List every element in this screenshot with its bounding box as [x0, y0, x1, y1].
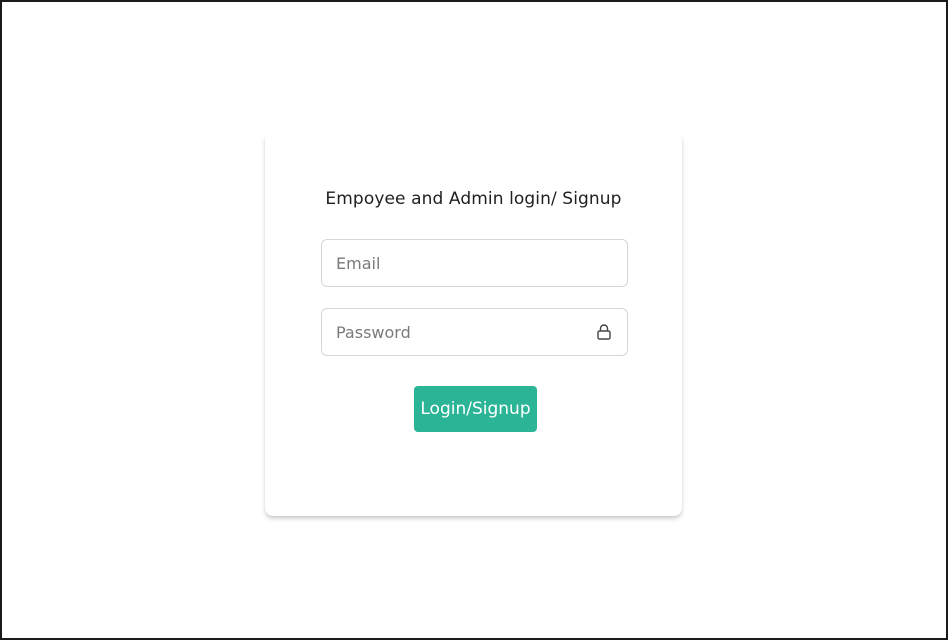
password-input[interactable] [336, 309, 586, 355]
lock-icon [597, 324, 611, 340]
email-field[interactable] [321, 239, 628, 287]
login-signup-button[interactable]: Login/Signup [414, 386, 537, 432]
email-input[interactable] [336, 240, 586, 286]
login-title: Empoyee and Admin login/ Signup [325, 189, 622, 209]
window-frame: Empoyee and Admin login/ Signup Login/Si… [0, 0, 948, 640]
password-field[interactable] [321, 308, 628, 356]
login-card: Empoyee and Admin login/ Signup Login/Si… [265, 132, 682, 516]
